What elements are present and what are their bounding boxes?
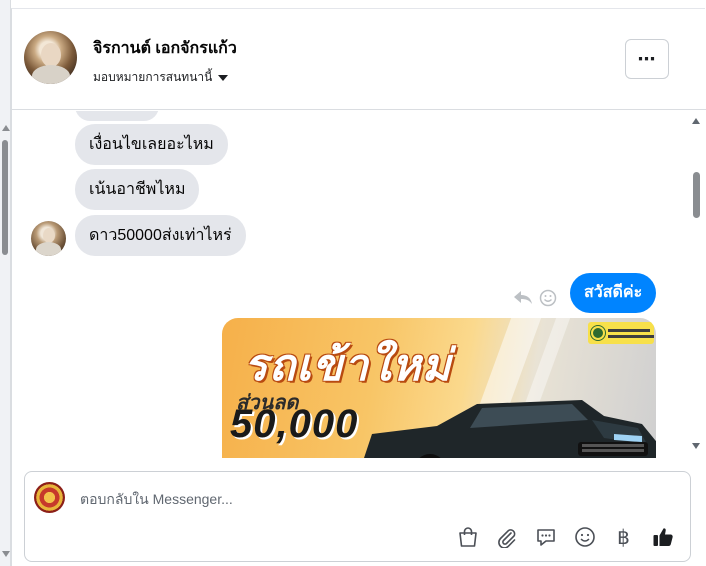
conversation-header: จิรกานต์ เอกจักรแก้ว มอบหมายการสนทนานี้ … <box>11 8 706 110</box>
logo-icon <box>591 326 605 340</box>
thumbs-up-icon <box>653 527 673 546</box>
scroll-down-arrow[interactable] <box>2 551 10 557</box>
scroll-thumb[interactable] <box>2 140 8 255</box>
assign-label: มอบหมายการสนทนานี้ <box>93 70 213 84</box>
avatar-face <box>41 43 61 67</box>
saved-replies-button[interactable] <box>533 524 558 549</box>
payment-button[interactable]: ฿ <box>611 524 636 549</box>
sender-avatar[interactable] <box>31 221 66 256</box>
emoji-react-icon[interactable] <box>539 289 557 307</box>
bag-icon <box>458 526 477 547</box>
ad-discount-amount: 50,000 <box>230 402 359 446</box>
ellipsis-icon: ⋯ <box>637 48 657 69</box>
message-scroll-down-arrow[interactable] <box>692 443 700 449</box>
like-button[interactable] <box>650 524 675 549</box>
pickup-truck-image <box>364 400 656 458</box>
reply-composer: ฿ <box>24 471 691 562</box>
incoming-message: เน้นอาชีพไหม <box>75 169 200 210</box>
message-list: เงื่อนไขเลยอะไหม เน้นอาชีพไหม ดาว50000ส่… <box>12 111 692 458</box>
avatar-face <box>43 228 55 243</box>
shop-bag-button[interactable] <box>455 524 480 549</box>
avatar-body <box>36 242 61 256</box>
more-options-button[interactable]: ⋯ <box>625 39 669 79</box>
message-bubble-partial <box>75 111 159 121</box>
message-scroll-up-arrow[interactable] <box>692 118 700 124</box>
contact-avatar[interactable] <box>24 31 77 84</box>
image-attachment[interactable]: รถเข้าใหม่ ส่วนลด 50,000 <box>222 318 656 458</box>
logo-text-mark <box>608 328 654 338</box>
reply-icon[interactable] <box>512 289 534 307</box>
page-avatar <box>34 482 65 513</box>
incoming-message: เงื่อนไขเลยอะไหม <box>75 124 228 165</box>
chat-icon <box>536 528 555 546</box>
contact-name[interactable]: จิรกานต์ เอกจักรแก้ว <box>93 36 237 61</box>
incoming-message: ดาว50000ส่งเท่าไหร่ <box>75 215 246 256</box>
outgoing-message: สวัสดีค่ะ <box>570 273 657 313</box>
reply-input[interactable] <box>78 488 638 510</box>
emoji-button[interactable] <box>572 524 597 549</box>
emoji-icon <box>574 526 595 547</box>
baht-icon: ฿ <box>617 524 630 549</box>
composer-toolbar: ฿ <box>455 524 675 549</box>
caret-down-icon <box>218 74 229 81</box>
dealer-logo <box>588 322 654 344</box>
paperclip-icon <box>497 528 515 548</box>
message-scroll-thumb[interactable] <box>693 172 700 218</box>
attach-file-button[interactable] <box>494 524 519 549</box>
assign-conversation-dropdown[interactable]: มอบหมายการสนทนานี้ <box>93 68 229 87</box>
left-scrollbar[interactable] <box>0 0 11 566</box>
avatar-body <box>32 65 70 84</box>
scroll-up-arrow[interactable] <box>2 125 10 131</box>
